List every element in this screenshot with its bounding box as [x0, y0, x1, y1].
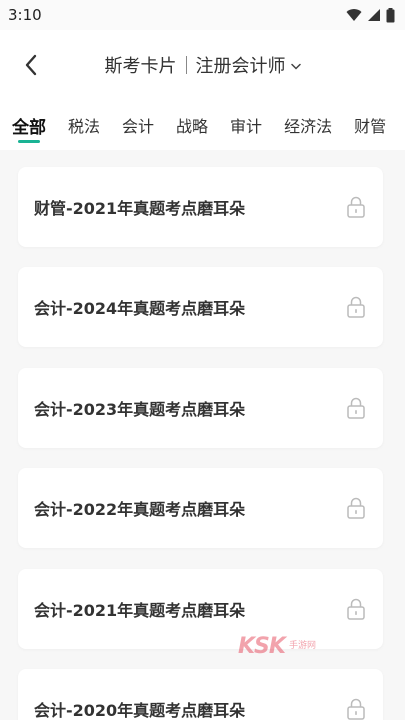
tab-label: 财管 [354, 117, 387, 136]
exam-selector[interactable]: 注册会计师 [196, 52, 301, 78]
watermark-site-text: 手游网 [288, 641, 316, 651]
lock-icon [345, 495, 367, 521]
status-time: 3:10 [8, 6, 42, 24]
tab-label: 全部 [12, 118, 46, 138]
chevron-down-icon [290, 63, 301, 70]
tab-label: 战略 [176, 117, 209, 136]
signal-icon [368, 9, 380, 21]
card-item[interactable]: 会计-2023年真题考点磨耳朵 [18, 368, 383, 448]
nav-title: 斯考卡片 注册会计师 [0, 52, 405, 78]
tab-strategy[interactable]: 战略 [176, 100, 208, 150]
card-title: 会计-2023年真题考点磨耳朵 [34, 400, 246, 419]
lock-icon [345, 395, 367, 421]
lock-icon [345, 596, 367, 622]
watermark-logo: KSK 手游网 [238, 632, 358, 660]
battery-icon [386, 7, 395, 22]
tab-financial-management[interactable]: 财管 [354, 100, 386, 150]
active-tab-indicator [18, 140, 40, 143]
card-title: 会计-2021年真题考点磨耳朵 [34, 601, 246, 620]
tab-label: 会计 [122, 117, 155, 136]
tab-label: 审计 [230, 117, 263, 136]
tab-audit[interactable]: 审计 [230, 100, 262, 150]
tab-tax-law[interactable]: 税法 [68, 100, 100, 150]
card-item[interactable]: 会计-2022年真题考点磨耳朵 [18, 468, 383, 548]
title-divider [185, 56, 187, 74]
lock-icon [345, 294, 367, 320]
card-title: 财管-2021年真题考点磨耳朵 [34, 199, 246, 218]
status-icons [346, 7, 395, 23]
tab-all[interactable]: 全部 [12, 100, 46, 150]
watermark-logo-text: KSK [238, 633, 286, 659]
exam-name: 注册会计师 [195, 56, 286, 77]
nav-bar: 斯考卡片 注册会计师 [0, 30, 405, 100]
card-title: 会计-2022年真题考点磨耳朵 [34, 500, 246, 519]
card-item[interactable]: 会计-2024年真题考点磨耳朵 [18, 267, 383, 347]
lock-icon [345, 696, 367, 720]
card-title: 会计-2024年真题考点磨耳朵 [34, 299, 246, 318]
tab-label: 税法 [68, 117, 101, 136]
status-bar: 3:10 [0, 0, 405, 30]
card-item[interactable]: 财管-2021年真题考点磨耳朵 [18, 167, 383, 247]
tab-economic-law[interactable]: 经济法 [284, 100, 332, 150]
card-title: 会计-2020年真题考点磨耳朵 [34, 701, 246, 720]
tab-label: 经济法 [284, 117, 333, 136]
lock-icon [345, 194, 367, 220]
category-tabs: 全部 税法 会计 战略 审计 经济法 财管 [0, 100, 405, 150]
card-item[interactable]: 会计-2020年真题考点磨耳朵 [18, 669, 383, 720]
page-title: 斯考卡片 [104, 56, 177, 77]
tab-accounting[interactable]: 会计 [122, 100, 154, 150]
wifi-icon [346, 9, 362, 21]
